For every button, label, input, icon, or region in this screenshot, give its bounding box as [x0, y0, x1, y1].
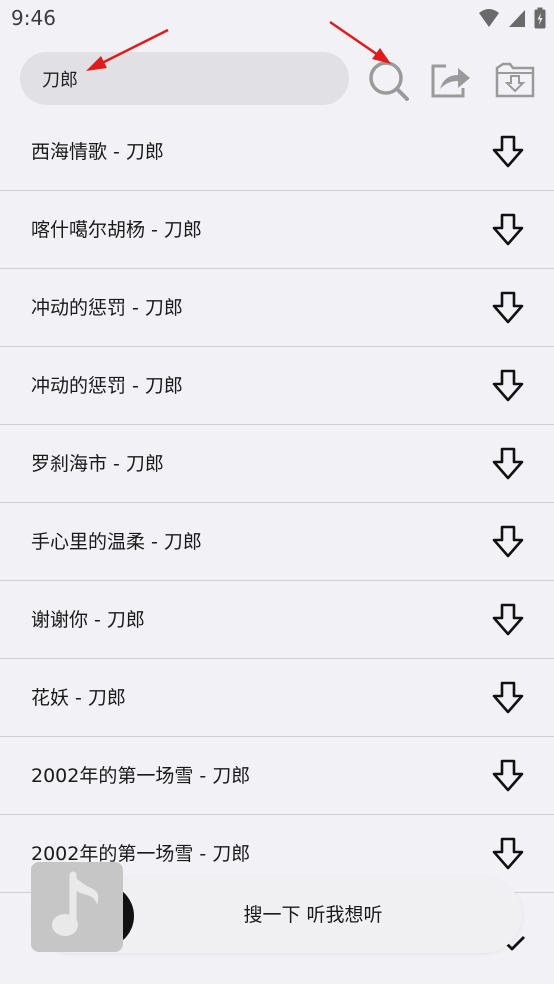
song-row[interactable]: 西海情歌 - 刀郎: [0, 113, 554, 191]
download-button[interactable]: [488, 287, 528, 329]
song-row[interactable]: 冲动的惩罚 - 刀郎: [0, 347, 554, 425]
song-title: 冲动的惩罚 - 刀郎: [31, 297, 183, 319]
search-header: [0, 38, 554, 118]
album-art[interactable]: [31, 862, 123, 952]
signal-icon: [509, 10, 525, 27]
song-row[interactable]: 谢谢你 - 刀郎: [0, 581, 554, 659]
download-button[interactable]: [488, 755, 528, 797]
wifi-icon: [479, 9, 499, 27]
song-title: 2002年的第一场雪 - 刀郎: [31, 765, 251, 787]
song-list: 西海情歌 - 刀郎喀什噶尔胡杨 - 刀郎 冲动的惩罚 - 刀郎 冲动的惩罚 - 刀郎…: [0, 113, 554, 893]
search-input[interactable]: [42, 52, 332, 105]
song-title: 谢谢你 - 刀郎: [31, 609, 145, 631]
status-time: 9:46: [11, 6, 56, 30]
song-row[interactable]: 冲动的惩罚 - 刀郎: [0, 269, 554, 347]
song-row[interactable]: 手心里的温柔 - 刀郎: [0, 503, 554, 581]
status-bar: 9:46: [0, 0, 554, 38]
download-icon: [492, 603, 524, 636]
share-button[interactable]: [429, 58, 473, 102]
music-note-icon: [52, 871, 99, 936]
download-button[interactable]: [488, 209, 528, 251]
song-title: 喀什噶尔胡杨 - 刀郎: [31, 219, 202, 241]
status-icons: [478, 7, 546, 29]
download-icon: [492, 681, 524, 714]
download-button[interactable]: [488, 677, 528, 719]
download-icon: [492, 837, 524, 870]
download-icon: [492, 759, 524, 792]
song-row[interactable]: 2002年的第一场雪 - 刀郎: [0, 737, 554, 815]
song-title: 冲动的惩罚 - 刀郎: [31, 375, 183, 397]
download-folder-button[interactable]: [493, 58, 537, 102]
player-text: 搜一下 听我想听: [243, 904, 383, 926]
download-button[interactable]: [488, 131, 528, 173]
song-row[interactable]: 花妖 - 刀郎: [0, 659, 554, 737]
download-button[interactable]: [488, 365, 528, 407]
download-icon: [492, 525, 524, 558]
search-button[interactable]: [366, 58, 410, 102]
song-title: 花妖 - 刀郎: [31, 687, 126, 709]
song-title: 西海情歌 - 刀郎: [31, 141, 164, 163]
song-row[interactable]: 罗刹海市 - 刀郎: [0, 425, 554, 503]
download-icon: [492, 369, 524, 402]
battery-charging-icon: [534, 7, 546, 29]
download-button[interactable]: [488, 521, 528, 563]
download-icon: [492, 135, 524, 168]
song-title: 手心里的温柔 - 刀郎: [31, 531, 202, 553]
search-box[interactable]: [20, 52, 349, 105]
download-icon: [492, 213, 524, 246]
download-button[interactable]: [488, 833, 528, 875]
share-icon: [431, 64, 470, 98]
download-button[interactable]: [488, 443, 528, 485]
app-screen: 9:46 刀郎 西海情歌 - 刀郎 喀什噶尔胡杨 - 刀郎 冲动的惩罚 - 刀郎…: [0, 0, 554, 984]
song-title: 罗刹海市 - 刀郎: [31, 453, 164, 475]
download-folder-icon: [495, 62, 535, 98]
download-icon: [492, 447, 524, 480]
download-button[interactable]: [488, 599, 528, 641]
download-icon: [492, 291, 524, 324]
song-row[interactable]: 喀什噶尔胡杨 - 刀郎: [0, 191, 554, 269]
search-icon: [369, 61, 409, 101]
